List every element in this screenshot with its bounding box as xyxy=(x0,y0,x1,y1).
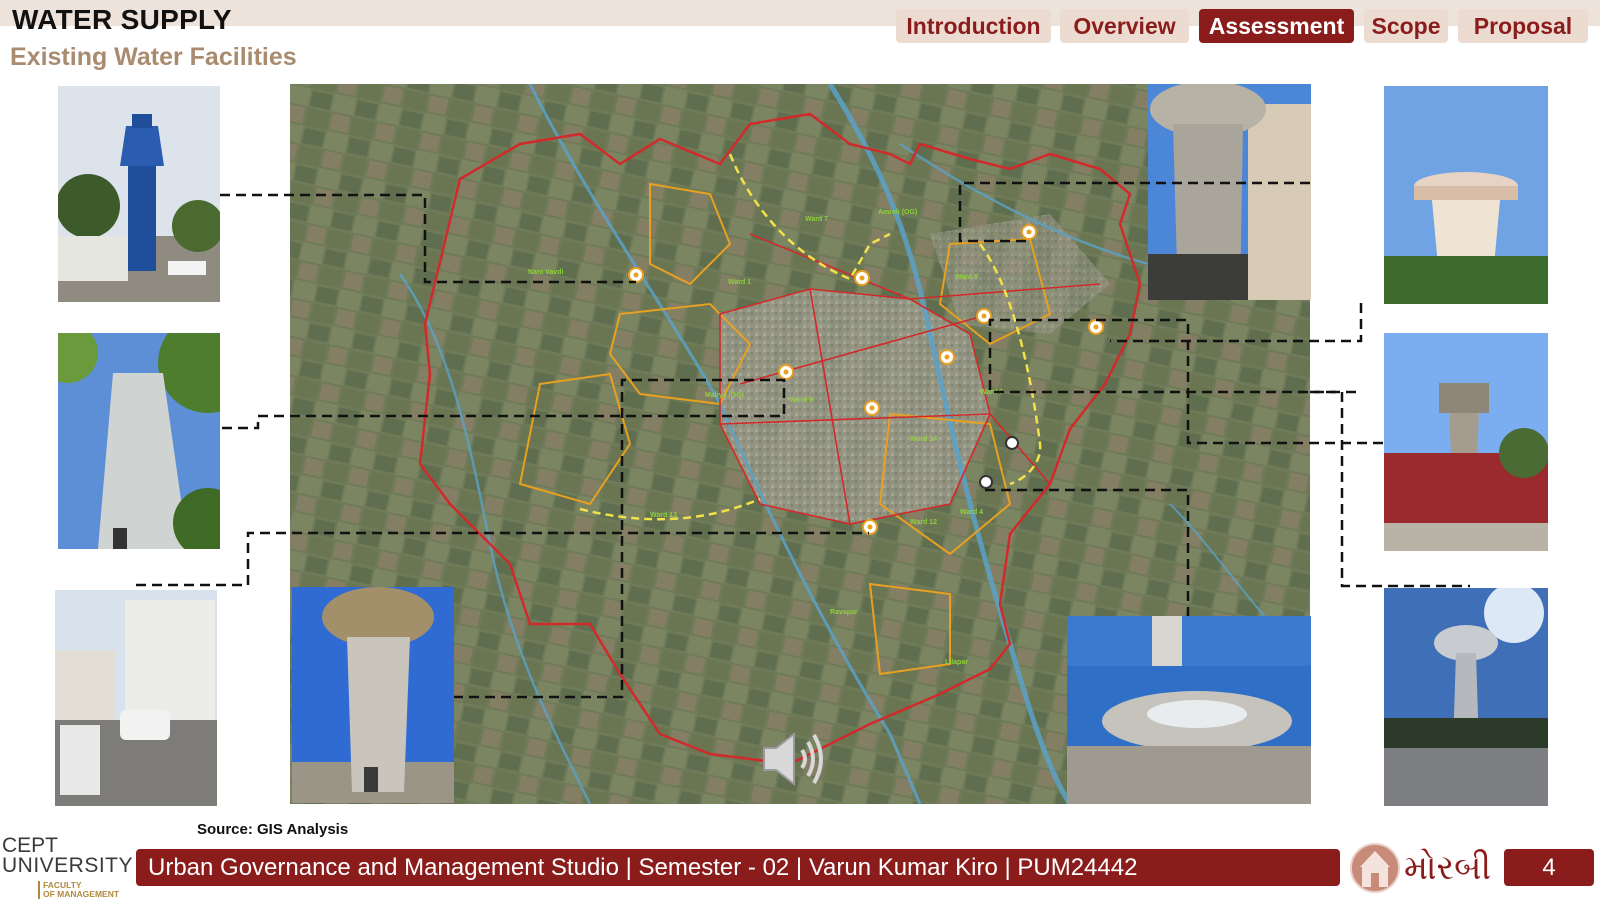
map-label: Ward 8 xyxy=(955,274,978,281)
water-tank-photo-5 xyxy=(1148,84,1311,300)
page-title: WATER SUPPLY xyxy=(12,4,232,35)
logo-line: CEPT xyxy=(2,834,59,857)
map-label: Ward 12 xyxy=(910,519,937,526)
water-tank-photo-8 xyxy=(1384,588,1548,806)
water-tank-photo-2 xyxy=(58,333,220,549)
map-label: Ward 13 xyxy=(650,512,677,519)
tab-assessment[interactable]: Assessment xyxy=(1199,9,1354,43)
tab-introduction[interactable]: Introduction xyxy=(896,9,1051,43)
map-label: Ward 14 xyxy=(910,436,937,443)
tab-proposal[interactable]: Proposal xyxy=(1458,9,1588,43)
map-label: Ward 3 xyxy=(980,389,1003,396)
logo-line: FACULTY OF MANAGEMENT xyxy=(38,881,119,899)
header-band xyxy=(0,0,1600,26)
water-tank-photo-4 xyxy=(292,587,454,803)
morbi-emblem-icon xyxy=(1350,843,1400,893)
water-tank-photo-1 xyxy=(58,86,220,302)
map-label: Amreli (OG) xyxy=(878,209,917,216)
map-label: Ward 1 xyxy=(728,279,751,286)
logo-management: OF MANAGEMENT xyxy=(43,889,120,899)
map-label: Ward 9 xyxy=(790,397,813,404)
speaker-icon[interactable] xyxy=(760,730,826,793)
map-label: Ward 4 xyxy=(960,509,983,516)
map-label: Ravapar xyxy=(830,609,858,616)
source-note: Source: GIS Analysis xyxy=(197,821,349,838)
map-label: Lilapar xyxy=(945,659,968,666)
page-subtitle: Existing Water Facilities xyxy=(10,43,297,71)
tab-overview[interactable]: Overview xyxy=(1060,9,1189,43)
cept-university-logo: CEPT UNIVERSITY FACULTY OF MANAGEMENT xyxy=(2,834,134,900)
water-treatment-photo xyxy=(1067,616,1311,804)
tab-scope[interactable]: Scope xyxy=(1364,9,1448,43)
water-tank-photo-3 xyxy=(55,590,217,806)
city-name: મોરબી xyxy=(1404,849,1492,887)
map-label: Maliya (OG) xyxy=(705,392,744,399)
map-label: Nani Vavdi xyxy=(528,269,563,276)
map-label: Ward 7 xyxy=(805,216,828,223)
logo-line: UNIVERSITY xyxy=(2,854,134,877)
footer-bar: Urban Governance and Management Studio |… xyxy=(136,849,1340,886)
water-tank-photo-6 xyxy=(1384,86,1548,304)
page-number: 4 xyxy=(1504,849,1594,886)
water-tank-photo-7 xyxy=(1384,333,1548,551)
